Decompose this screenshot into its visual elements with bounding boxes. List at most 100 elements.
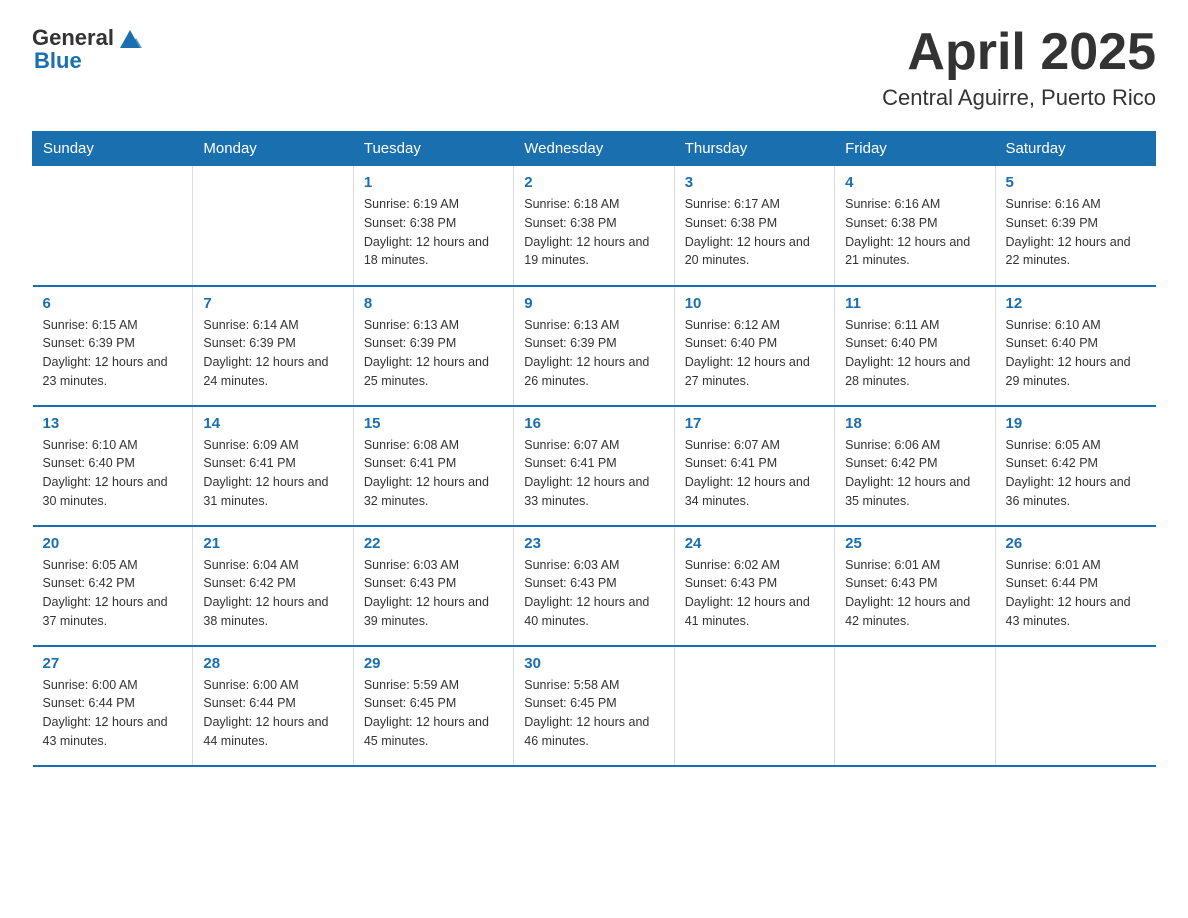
calendar-cell: 24 Sunrise: 6:02 AMSunset: 6:43 PMDayligh… bbox=[674, 526, 834, 646]
day-info: Sunrise: 6:15 AMSunset: 6:39 PMDaylight:… bbox=[43, 316, 183, 391]
page-header: General Blue April 2025 Central Aguirre,… bbox=[32, 24, 1156, 111]
day-info: Sunrise: 6:02 AMSunset: 6:43 PMDaylight:… bbox=[685, 556, 824, 631]
day-info: Sunrise: 6:11 AMSunset: 6:40 PMDaylight:… bbox=[845, 316, 984, 391]
day-number: 24 bbox=[685, 535, 824, 552]
calendar-cell: 14Sunrise: 6:09 AMSunset: 6:41 PMDayligh… bbox=[193, 406, 353, 526]
day-number: 23 bbox=[524, 535, 663, 552]
weekday-header-wednesday: Wednesday bbox=[514, 132, 674, 166]
day-number: 5 bbox=[1006, 174, 1146, 191]
day-number: 10 bbox=[685, 295, 824, 312]
day-info: Sunrise: 6:18 AMSunset: 6:38 PMDaylight:… bbox=[524, 195, 663, 270]
weekday-header-thursday: Thursday bbox=[674, 132, 834, 166]
calendar-cell: 10 Sunrise: 6:12 AMSunset: 6:40 PMDayligh… bbox=[674, 286, 834, 406]
calendar-table: SundayMondayTuesdayWednesdayThursdayFrid… bbox=[32, 131, 1156, 767]
day-info: Sunrise: 6:05 AMSunset: 6:42 PMDaylight:… bbox=[1006, 436, 1146, 511]
calendar-cell: 7Sunrise: 6:14 AMSunset: 6:39 PMDaylight… bbox=[193, 286, 353, 406]
calendar-cell: 15Sunrise: 6:08 AMSunset: 6:41 PMDayligh… bbox=[353, 406, 513, 526]
calendar-title: April 2025 bbox=[882, 24, 1156, 81]
day-number: 7 bbox=[203, 295, 342, 312]
day-number: 15 bbox=[364, 415, 503, 432]
day-info: Sunrise: 6:13 AMSunset: 6:39 PMDaylight:… bbox=[524, 316, 663, 391]
calendar-cell: 13Sunrise: 6:10 AMSunset: 6:40 PMDayligh… bbox=[33, 406, 193, 526]
logo: General Blue bbox=[32, 24, 144, 74]
calendar-header: SundayMondayTuesdayWednesdayThursdayFrid… bbox=[33, 132, 1156, 166]
day-number: 8 bbox=[364, 295, 503, 312]
calendar-cell: 25 Sunrise: 6:01 AMSunset: 6:43 PMDayligh… bbox=[835, 526, 995, 646]
day-number: 21 bbox=[203, 535, 342, 552]
day-info: Sunrise: 6:03 AMSunset: 6:43 PMDaylight:… bbox=[524, 556, 663, 631]
day-number: 1 bbox=[364, 174, 503, 191]
calendar-cell: 17 Sunrise: 6:07 AMSunset: 6:41 PMDayligh… bbox=[674, 406, 834, 526]
calendar-cell bbox=[835, 646, 995, 766]
day-info: Sunrise: 6:07 AMSunset: 6:41 PMDaylight:… bbox=[685, 436, 824, 511]
calendar-cell: 4 Sunrise: 6:16 AMSunset: 6:38 PMDaylight… bbox=[835, 166, 995, 286]
calendar-cell: 18 Sunrise: 6:06 AMSunset: 6:42 PMDayligh… bbox=[835, 406, 995, 526]
calendar-cell: 2 Sunrise: 6:18 AMSunset: 6:38 PMDaylight… bbox=[514, 166, 674, 286]
day-info: Sunrise: 6:09 AMSunset: 6:41 PMDaylight:… bbox=[203, 436, 342, 511]
calendar-cell: 19 Sunrise: 6:05 AMSunset: 6:42 PMDayligh… bbox=[995, 406, 1155, 526]
day-info: Sunrise: 6:17 AMSunset: 6:38 PMDaylight:… bbox=[685, 195, 824, 270]
day-number: 27 bbox=[43, 655, 183, 672]
calendar-cell: 8 Sunrise: 6:13 AMSunset: 6:39 PMDaylight… bbox=[353, 286, 513, 406]
calendar-week-row: 1 Sunrise: 6:19 AMSunset: 6:38 PMDaylight… bbox=[33, 166, 1156, 286]
calendar-cell: 30Sunrise: 5:58 AMSunset: 6:45 PMDayligh… bbox=[514, 646, 674, 766]
calendar-week-row: 13Sunrise: 6:10 AMSunset: 6:40 PMDayligh… bbox=[33, 406, 1156, 526]
calendar-week-row: 20 Sunrise: 6:05 AMSunset: 6:42 PMDayligh… bbox=[33, 526, 1156, 646]
day-number: 18 bbox=[845, 415, 984, 432]
calendar-cell: 9Sunrise: 6:13 AMSunset: 6:39 PMDaylight… bbox=[514, 286, 674, 406]
day-number: 13 bbox=[43, 415, 183, 432]
day-info: Sunrise: 6:00 AMSunset: 6:44 PMDaylight:… bbox=[203, 676, 342, 751]
calendar-cell bbox=[674, 646, 834, 766]
calendar-cell: 27Sunrise: 6:00 AMSunset: 6:44 PMDayligh… bbox=[33, 646, 193, 766]
calendar-subtitle: Central Aguirre, Puerto Rico bbox=[882, 85, 1156, 111]
calendar-cell bbox=[193, 166, 353, 286]
day-info: Sunrise: 6:19 AMSunset: 6:38 PMDaylight:… bbox=[364, 195, 503, 270]
weekday-header-friday: Friday bbox=[835, 132, 995, 166]
weekday-header-monday: Monday bbox=[193, 132, 353, 166]
calendar-cell: 16 Sunrise: 6:07 AMSunset: 6:41 PMDayligh… bbox=[514, 406, 674, 526]
weekday-header-row: SundayMondayTuesdayWednesdayThursdayFrid… bbox=[33, 132, 1156, 166]
calendar-week-row: 27 Sunrise: 6:00 AMSunset: 6:44 PMDayligh… bbox=[33, 646, 1156, 766]
day-number: 20 bbox=[43, 535, 183, 552]
day-number: 25 bbox=[845, 535, 984, 552]
title-block: April 2025 Central Aguirre, Puerto Rico bbox=[882, 24, 1156, 111]
calendar-cell: 21Sunrise: 6:04 AMSunset: 6:42 PMDayligh… bbox=[193, 526, 353, 646]
day-number: 12 bbox=[1006, 295, 1146, 312]
logo-text-blue: Blue bbox=[34, 48, 82, 74]
day-info: Sunrise: 6:07 AMSunset: 6:41 PMDaylight:… bbox=[524, 436, 663, 511]
calendar-cell: 3 Sunrise: 6:17 AMSunset: 6:38 PMDaylight… bbox=[674, 166, 834, 286]
calendar-cell bbox=[995, 646, 1155, 766]
calendar-cell: 26Sunrise: 6:01 AMSunset: 6:44 PMDayligh… bbox=[995, 526, 1155, 646]
calendar-cell: 28Sunrise: 6:00 AMSunset: 6:44 PMDayligh… bbox=[193, 646, 353, 766]
calendar-cell: 1 Sunrise: 6:19 AMSunset: 6:38 PMDaylight… bbox=[353, 166, 513, 286]
day-info: Sunrise: 6:16 AMSunset: 6:38 PMDaylight:… bbox=[845, 195, 984, 270]
day-number: 3 bbox=[685, 174, 824, 191]
day-info: Sunrise: 6:01 AMSunset: 6:43 PMDaylight:… bbox=[845, 556, 984, 631]
day-info: Sunrise: 6:13 AMSunset: 6:39 PMDaylight:… bbox=[364, 316, 503, 391]
day-number: 16 bbox=[524, 415, 663, 432]
day-number: 19 bbox=[1006, 415, 1146, 432]
day-number: 17 bbox=[685, 415, 824, 432]
calendar-cell: 12Sunrise: 6:10 AMSunset: 6:40 PMDayligh… bbox=[995, 286, 1155, 406]
day-info: Sunrise: 6:06 AMSunset: 6:42 PMDaylight:… bbox=[845, 436, 984, 511]
weekday-header-sunday: Sunday bbox=[33, 132, 193, 166]
logo-icon bbox=[116, 24, 144, 52]
day-number: 26 bbox=[1006, 535, 1146, 552]
day-info: Sunrise: 5:58 AMSunset: 6:45 PMDaylight:… bbox=[524, 676, 663, 751]
day-number: 22 bbox=[364, 535, 503, 552]
day-info: Sunrise: 6:05 AMSunset: 6:42 PMDaylight:… bbox=[43, 556, 183, 631]
calendar-cell: 11 Sunrise: 6:11 AMSunset: 6:40 PMDayligh… bbox=[835, 286, 995, 406]
calendar-cell: 23 Sunrise: 6:03 AMSunset: 6:43 PMDayligh… bbox=[514, 526, 674, 646]
calendar-week-row: 6Sunrise: 6:15 AMSunset: 6:39 PMDaylight… bbox=[33, 286, 1156, 406]
calendar-cell: 20 Sunrise: 6:05 AMSunset: 6:42 PMDayligh… bbox=[33, 526, 193, 646]
weekday-header-tuesday: Tuesday bbox=[353, 132, 513, 166]
calendar-body: 1 Sunrise: 6:19 AMSunset: 6:38 PMDaylight… bbox=[33, 166, 1156, 766]
weekday-header-saturday: Saturday bbox=[995, 132, 1155, 166]
day-number: 29 bbox=[364, 655, 503, 672]
calendar-cell: 22 Sunrise: 6:03 AMSunset: 6:43 PMDayligh… bbox=[353, 526, 513, 646]
day-number: 2 bbox=[524, 174, 663, 191]
day-number: 11 bbox=[845, 295, 984, 312]
day-info: Sunrise: 6:03 AMSunset: 6:43 PMDaylight:… bbox=[364, 556, 503, 631]
day-info: Sunrise: 6:12 AMSunset: 6:40 PMDaylight:… bbox=[685, 316, 824, 391]
day-number: 4 bbox=[845, 174, 984, 191]
